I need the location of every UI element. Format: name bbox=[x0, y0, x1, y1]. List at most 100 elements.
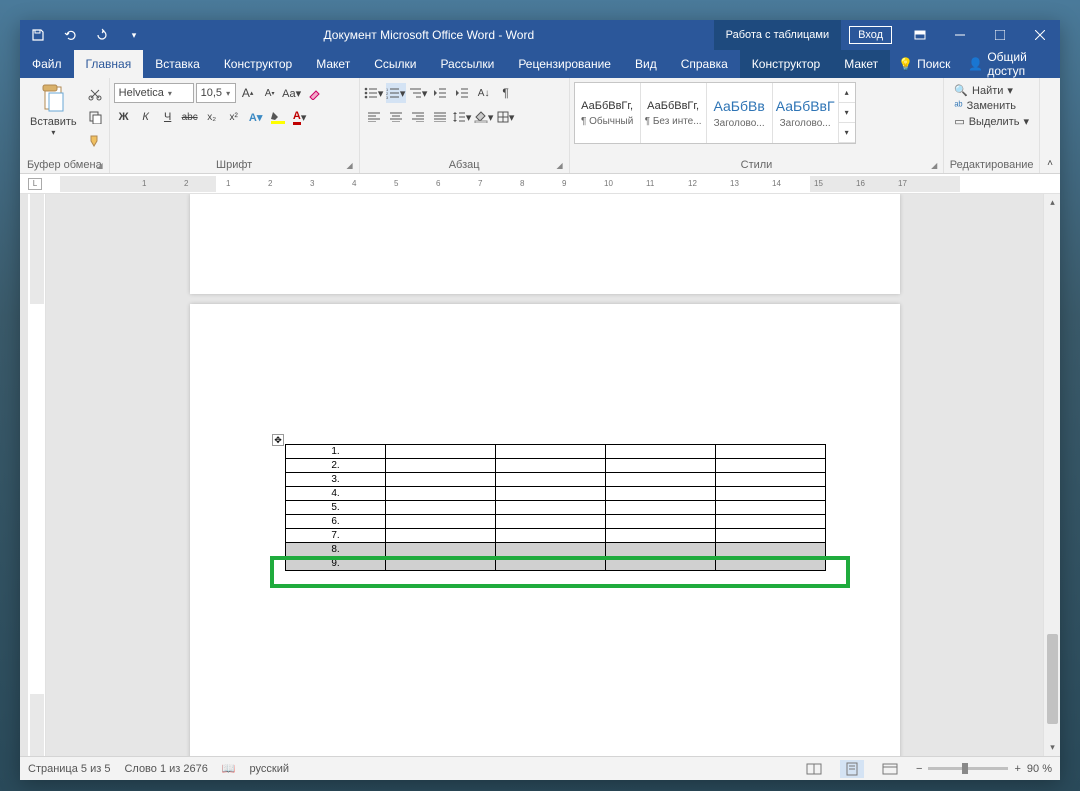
table-move-handle[interactable]: ✥ bbox=[272, 434, 284, 446]
table-cell[interactable] bbox=[496, 529, 606, 543]
table-cell[interactable] bbox=[606, 459, 716, 473]
table-cell[interactable] bbox=[716, 445, 826, 459]
style-heading1[interactable]: АаБбВвЗаголово... bbox=[707, 83, 773, 143]
subscript-button[interactable]: x₂ bbox=[202, 107, 222, 127]
font-color-icon[interactable]: A▾ bbox=[290, 107, 310, 127]
clear-format-icon[interactable] bbox=[304, 83, 324, 103]
shrink-font-icon[interactable]: A▾ bbox=[260, 83, 280, 103]
superscript-button[interactable]: x² bbox=[224, 107, 244, 127]
bullets-icon[interactable]: ▾ bbox=[364, 83, 384, 103]
table-cell[interactable]: 1. bbox=[286, 445, 386, 459]
tab-designer[interactable]: Конструктор bbox=[212, 50, 304, 78]
tab-view[interactable]: Вид bbox=[623, 50, 669, 78]
table-cell[interactable] bbox=[716, 459, 826, 473]
change-case-icon[interactable]: Aa▾ bbox=[282, 83, 302, 103]
font-launcher-icon[interactable]: ◢ bbox=[346, 161, 352, 170]
share-button[interactable]: 👤 Общий доступ bbox=[958, 50, 1060, 78]
table-cell[interactable] bbox=[606, 445, 716, 459]
shading-icon[interactable]: ▾ bbox=[474, 107, 494, 127]
close-button[interactable] bbox=[1020, 20, 1060, 50]
table-cell[interactable] bbox=[716, 515, 826, 529]
bold-button[interactable]: Ж bbox=[114, 107, 134, 127]
grow-font-icon[interactable]: A▴ bbox=[238, 83, 258, 103]
table-cell[interactable] bbox=[496, 459, 606, 473]
table-cell[interactable] bbox=[496, 543, 606, 557]
multilevel-icon[interactable]: ▾ bbox=[408, 83, 428, 103]
table-cell[interactable] bbox=[386, 501, 496, 515]
maximize-button[interactable] bbox=[980, 20, 1020, 50]
word-count[interactable]: Слово 1 из 2676 bbox=[124, 763, 207, 775]
styles-gallery[interactable]: АаБбВвГг,¶ Обычный АаБбВвГг,¶ Без инте..… bbox=[574, 82, 856, 144]
styles-more[interactable]: ▴▾▾ bbox=[839, 83, 855, 143]
increase-indent-icon[interactable] bbox=[452, 83, 472, 103]
page-current[interactable]: ✥ 1.2.3.4.5.6.7.8.9. bbox=[190, 304, 900, 756]
tab-home[interactable]: Главная bbox=[74, 50, 144, 78]
format-painter-icon[interactable] bbox=[85, 130, 105, 150]
tab-mailings[interactable]: Рассылки bbox=[428, 50, 506, 78]
table-row[interactable]: 5. bbox=[286, 501, 826, 515]
ruler-vertical[interactable] bbox=[28, 194, 46, 756]
redo-icon[interactable] bbox=[92, 25, 112, 45]
table-row[interactable]: 4. bbox=[286, 487, 826, 501]
sort-icon[interactable]: A↓ bbox=[474, 83, 494, 103]
table-cell[interactable] bbox=[716, 487, 826, 501]
table-row[interactable]: 9. bbox=[286, 557, 826, 571]
table-cell[interactable] bbox=[496, 473, 606, 487]
replace-button[interactable]: ᵃᵇЗаменить bbox=[954, 100, 1029, 112]
clipboard-launcher-icon[interactable]: ◢ bbox=[96, 161, 102, 170]
style-normal[interactable]: АаБбВвГг,¶ Обычный bbox=[575, 83, 641, 143]
scroll-down-icon[interactable]: ▾ bbox=[1044, 739, 1060, 756]
tab-help[interactable]: Справка bbox=[669, 50, 740, 78]
table-row[interactable]: 6. bbox=[286, 515, 826, 529]
collapse-ribbon-icon[interactable]: ˄ bbox=[1040, 78, 1060, 173]
table-cell[interactable]: 4. bbox=[286, 487, 386, 501]
table-cell[interactable] bbox=[716, 501, 826, 515]
table-cell[interactable] bbox=[386, 473, 496, 487]
language-status[interactable]: русский bbox=[250, 763, 289, 775]
table-cell[interactable]: 8. bbox=[286, 543, 386, 557]
select-button[interactable]: ▭Выделить ▾ bbox=[954, 115, 1029, 128]
table-cell[interactable]: 7. bbox=[286, 529, 386, 543]
table-cell[interactable] bbox=[386, 515, 496, 529]
read-mode-icon[interactable] bbox=[802, 760, 826, 778]
highlight-icon[interactable] bbox=[268, 107, 288, 127]
minimize-button[interactable] bbox=[940, 20, 980, 50]
login-button[interactable]: Вход bbox=[849, 26, 892, 44]
document-table[interactable]: 1.2.3.4.5.6.7.8.9. bbox=[285, 444, 826, 571]
tab-review[interactable]: Рецензирование bbox=[506, 50, 623, 78]
table-row[interactable]: 1. bbox=[286, 445, 826, 459]
table-cell[interactable] bbox=[496, 557, 606, 571]
web-layout-icon[interactable] bbox=[878, 760, 902, 778]
numbering-icon[interactable]: 123▾ bbox=[386, 83, 406, 103]
scroll-up-icon[interactable]: ▴ bbox=[1044, 194, 1060, 211]
paste-button[interactable]: Вставить ▾ bbox=[24, 80, 83, 139]
style-heading2[interactable]: АаБбВвГЗаголово... bbox=[773, 83, 839, 143]
font-name-combo[interactable]: Helvetica▾ bbox=[114, 83, 194, 103]
table-cell[interactable] bbox=[606, 529, 716, 543]
table-cell[interactable] bbox=[386, 543, 496, 557]
table-cell[interactable] bbox=[606, 515, 716, 529]
table-cell[interactable] bbox=[496, 515, 606, 529]
table-cell[interactable] bbox=[386, 557, 496, 571]
table-cell[interactable] bbox=[496, 445, 606, 459]
table-cell[interactable] bbox=[716, 543, 826, 557]
font-size-combo[interactable]: 10,5▾ bbox=[196, 83, 236, 103]
align-center-icon[interactable] bbox=[386, 107, 406, 127]
styles-launcher-icon[interactable]: ◢ bbox=[931, 161, 937, 170]
zoom-in-button[interactable]: + bbox=[1014, 763, 1020, 775]
borders-icon[interactable]: ▾ bbox=[496, 107, 516, 127]
spellcheck-icon[interactable]: 📖 bbox=[222, 762, 236, 775]
find-button[interactable]: 🔍Найти ▾ bbox=[954, 84, 1029, 97]
page-previous[interactable] bbox=[190, 194, 900, 294]
zoom-level[interactable]: 90 % bbox=[1027, 763, 1052, 775]
table-cell[interactable] bbox=[496, 501, 606, 515]
table-row[interactable]: 2. bbox=[286, 459, 826, 473]
table-cell[interactable] bbox=[496, 487, 606, 501]
table-cell[interactable] bbox=[606, 487, 716, 501]
table-cell[interactable] bbox=[386, 445, 496, 459]
tab-table-designer[interactable]: Конструктор bbox=[740, 50, 832, 78]
save-icon[interactable] bbox=[28, 25, 48, 45]
table-cell[interactable] bbox=[716, 473, 826, 487]
tell-me-search[interactable]: 💡 Поиск bbox=[890, 50, 958, 78]
table-cell[interactable] bbox=[606, 543, 716, 557]
